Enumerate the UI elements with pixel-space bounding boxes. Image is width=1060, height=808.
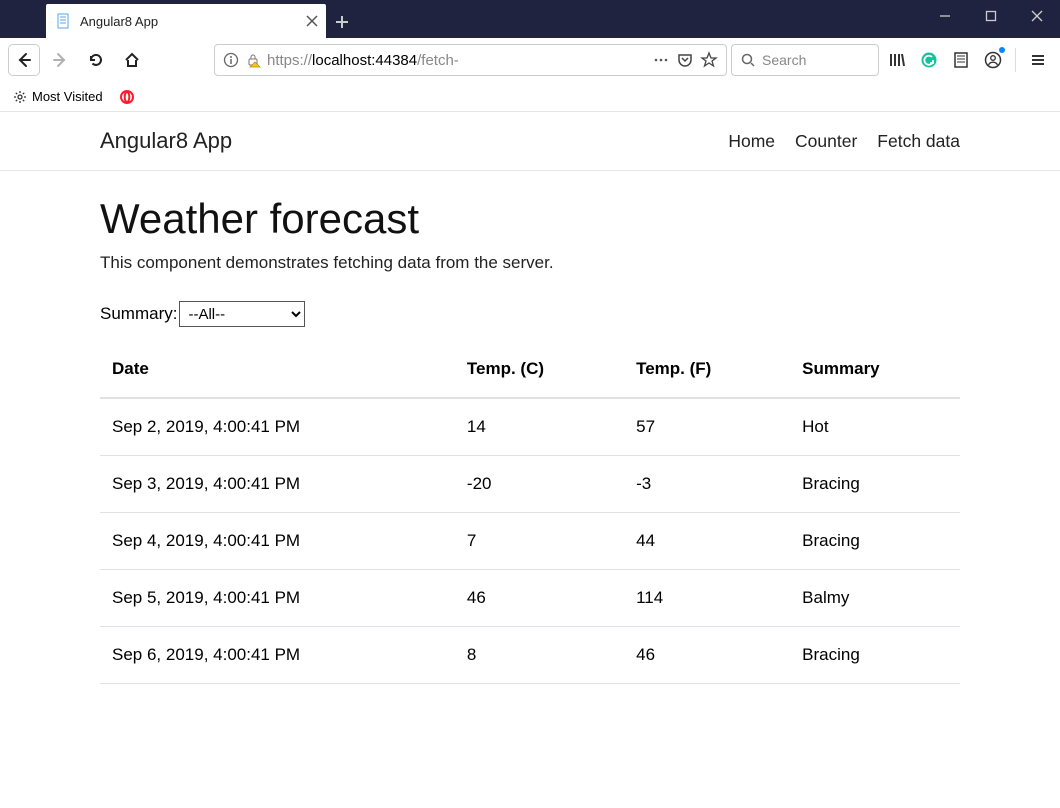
app-brand[interactable]: Angular8 App — [100, 128, 232, 154]
table-row: Sep 3, 2019, 4:00:41 PM-20-3Bracing — [100, 456, 960, 513]
cell-summary: Bracing — [790, 627, 960, 684]
app-header: Angular8 App Home Counter Fetch data — [0, 112, 1060, 171]
browser-tab[interactable]: Angular8 App — [46, 4, 326, 38]
cell-summary: Bracing — [790, 513, 960, 570]
cell-tempF: 44 — [624, 513, 790, 570]
security-lock-warning-icon[interactable] — [245, 52, 261, 68]
summary-filter-select[interactable]: --All-- — [179, 301, 305, 327]
library-icon[interactable] — [883, 46, 911, 74]
toolbar-separator — [1015, 48, 1016, 72]
bookmark-opera[interactable] — [115, 87, 139, 107]
account-icon[interactable] — [979, 46, 1007, 74]
reload-button[interactable] — [80, 44, 112, 76]
search-bar[interactable]: Search — [731, 44, 879, 76]
table-row: Sep 2, 2019, 4:00:41 PM1457Hot — [100, 398, 960, 456]
table-header-row: Date Temp. (C) Temp. (F) Summary — [100, 341, 960, 398]
cell-tempF: 57 — [624, 398, 790, 456]
search-placeholder: Search — [762, 52, 870, 68]
window-minimize-button[interactable] — [922, 0, 968, 32]
back-button[interactable] — [8, 44, 40, 76]
page-container: Weather forecast This component demonstr… — [100, 195, 960, 684]
bookmark-star-icon[interactable] — [700, 51, 718, 69]
new-tab-button[interactable] — [326, 6, 358, 38]
hamburger-menu-button[interactable] — [1024, 46, 1052, 74]
window-maximize-button[interactable] — [968, 0, 1014, 32]
page-title: Weather forecast — [100, 195, 960, 243]
page-actions-ellipsis-icon[interactable] — [652, 51, 670, 69]
url-host: localhost — [312, 52, 371, 69]
opera-icon — [119, 89, 135, 105]
url-text: https://localhost:44384/fetch- — [267, 52, 646, 69]
url-scheme: https:// — [267, 52, 312, 69]
cell-date: Sep 3, 2019, 4:00:41 PM — [100, 456, 455, 513]
cell-tempC: 8 — [455, 627, 624, 684]
browser-navbar: https://localhost:44384/fetch- Search — [0, 38, 1060, 82]
window-close-button[interactable] — [1014, 0, 1060, 32]
bookmarks-toolbar: Most Visited — [0, 82, 1060, 112]
cell-tempF: -3 — [624, 456, 790, 513]
forward-button — [44, 44, 76, 76]
cell-date: Sep 6, 2019, 4:00:41 PM — [100, 627, 455, 684]
filter-label: Summary: — [100, 304, 177, 324]
site-info-icon[interactable] — [223, 52, 239, 68]
app-nav: Home Counter Fetch data — [728, 131, 960, 152]
tab-title: Angular8 App — [80, 14, 158, 29]
nav-link-fetch-data[interactable]: Fetch data — [877, 131, 960, 152]
tab-close-button[interactable] — [306, 15, 318, 27]
cell-tempC: 14 — [455, 398, 624, 456]
cell-date: Sep 5, 2019, 4:00:41 PM — [100, 570, 455, 627]
table-row: Sep 5, 2019, 4:00:41 PM46114Balmy — [100, 570, 960, 627]
cell-date: Sep 4, 2019, 4:00:41 PM — [100, 513, 455, 570]
bookmark-most-visited[interactable]: Most Visited — [8, 87, 107, 107]
tab-favicon-icon — [56, 13, 72, 29]
gear-icon — [12, 89, 28, 105]
cell-summary: Balmy — [790, 570, 960, 627]
pocket-icon[interactable] — [676, 51, 694, 69]
cell-tempC: 7 — [455, 513, 624, 570]
window-titlebar: Angular8 App — [0, 0, 1060, 38]
grammarly-extension-icon[interactable] — [915, 46, 943, 74]
table-row: Sep 4, 2019, 4:00:41 PM744Bracing — [100, 513, 960, 570]
cell-tempF: 114 — [624, 570, 790, 627]
cell-summary: Hot — [790, 398, 960, 456]
col-temp-c: Temp. (C) — [455, 341, 624, 398]
forecast-table: Date Temp. (C) Temp. (F) Summary Sep 2, … — [100, 341, 960, 684]
page-description: This component demonstrates fetching dat… — [100, 253, 960, 273]
bookmark-label: Most Visited — [32, 89, 103, 104]
nav-link-counter[interactable]: Counter — [795, 131, 857, 152]
cell-summary: Bracing — [790, 456, 960, 513]
nav-link-home[interactable]: Home — [728, 131, 775, 152]
search-icon — [740, 52, 756, 68]
cell-tempC: -20 — [455, 456, 624, 513]
url-port: :44384 — [371, 52, 417, 69]
home-button[interactable] — [116, 44, 148, 76]
reader-view-icon[interactable] — [947, 46, 975, 74]
col-date: Date — [100, 341, 455, 398]
toolbar-right — [883, 46, 1052, 74]
cell-date: Sep 2, 2019, 4:00:41 PM — [100, 398, 455, 456]
window-controls — [922, 0, 1060, 38]
url-path: /fetch- — [417, 52, 459, 69]
address-bar[interactable]: https://localhost:44384/fetch- — [214, 44, 727, 76]
cell-tempC: 46 — [455, 570, 624, 627]
col-temp-f: Temp. (F) — [624, 341, 790, 398]
filter-row: Summary: --All-- — [100, 301, 960, 327]
cell-tempF: 46 — [624, 627, 790, 684]
table-row: Sep 6, 2019, 4:00:41 PM846Bracing — [100, 627, 960, 684]
col-summary: Summary — [790, 341, 960, 398]
